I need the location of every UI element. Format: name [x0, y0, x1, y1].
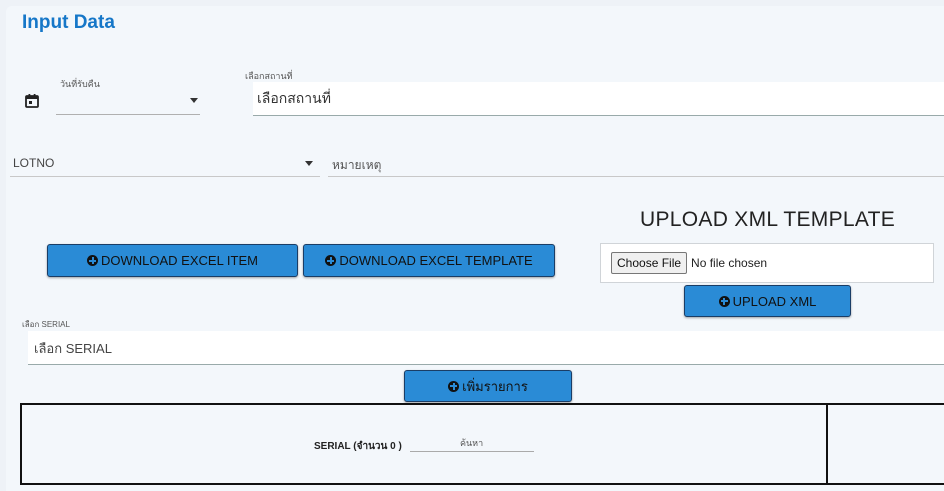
download-excel-item-label: DOWNLOAD EXCEL ITEM — [101, 253, 258, 268]
remark-underline — [328, 176, 944, 177]
plus-circle-icon — [325, 255, 337, 266]
lotno-select[interactable]: LOTNO — [13, 156, 54, 170]
location-label: เลือกสถานที่ — [245, 71, 293, 81]
caret-down-icon[interactable] — [305, 161, 313, 166]
calendar-icon[interactable] — [25, 94, 39, 108]
plus-circle-icon — [718, 295, 730, 307]
choose-file-button[interactable]: Choose File — [611, 252, 688, 274]
date-select[interactable] — [56, 90, 200, 115]
remark-input[interactable]: หมายเหตุ — [332, 156, 381, 175]
plus-circle-icon — [448, 380, 460, 392]
add-item-button[interactable]: เพิ่มรายการ — [404, 370, 572, 402]
download-excel-template-button[interactable]: DOWNLOAD EXCEL TEMPLATE — [303, 244, 555, 277]
download-excel-template-label: DOWNLOAD EXCEL TEMPLATE — [339, 253, 533, 268]
caret-down-icon[interactable] — [190, 98, 198, 103]
add-item-label: เพิ่มรายการ — [462, 378, 528, 394]
upload-xml-button[interactable]: UPLOAD XML — [684, 285, 851, 317]
download-excel-item-button[interactable]: DOWNLOAD EXCEL ITEM — [47, 244, 298, 277]
serial-count: SERIAL (จำนวน 0 ) — [314, 441, 402, 452]
search-placeholder: ค้นหา — [460, 438, 484, 448]
serial-label: เลือก SERIAL — [22, 320, 70, 329]
plus-circle-icon — [87, 255, 98, 266]
page-title: Input Data — [22, 12, 115, 33]
file-input[interactable]: Choose File No file chosen — [600, 243, 934, 283]
upload-xml-label: UPLOAD XML — [732, 293, 817, 309]
date-label: วันที่รับคืน — [60, 79, 100, 89]
serial-select[interactable]: เลือก SERIAL — [28, 331, 944, 365]
lotno-underline — [10, 176, 320, 177]
upload-title: UPLOAD XML TEMPLATE — [640, 208, 896, 231]
table-divider — [826, 404, 828, 485]
file-status: No file chosen — [691, 256, 768, 270]
location-select[interactable]: เลือกสถานที่ — [253, 82, 944, 116]
